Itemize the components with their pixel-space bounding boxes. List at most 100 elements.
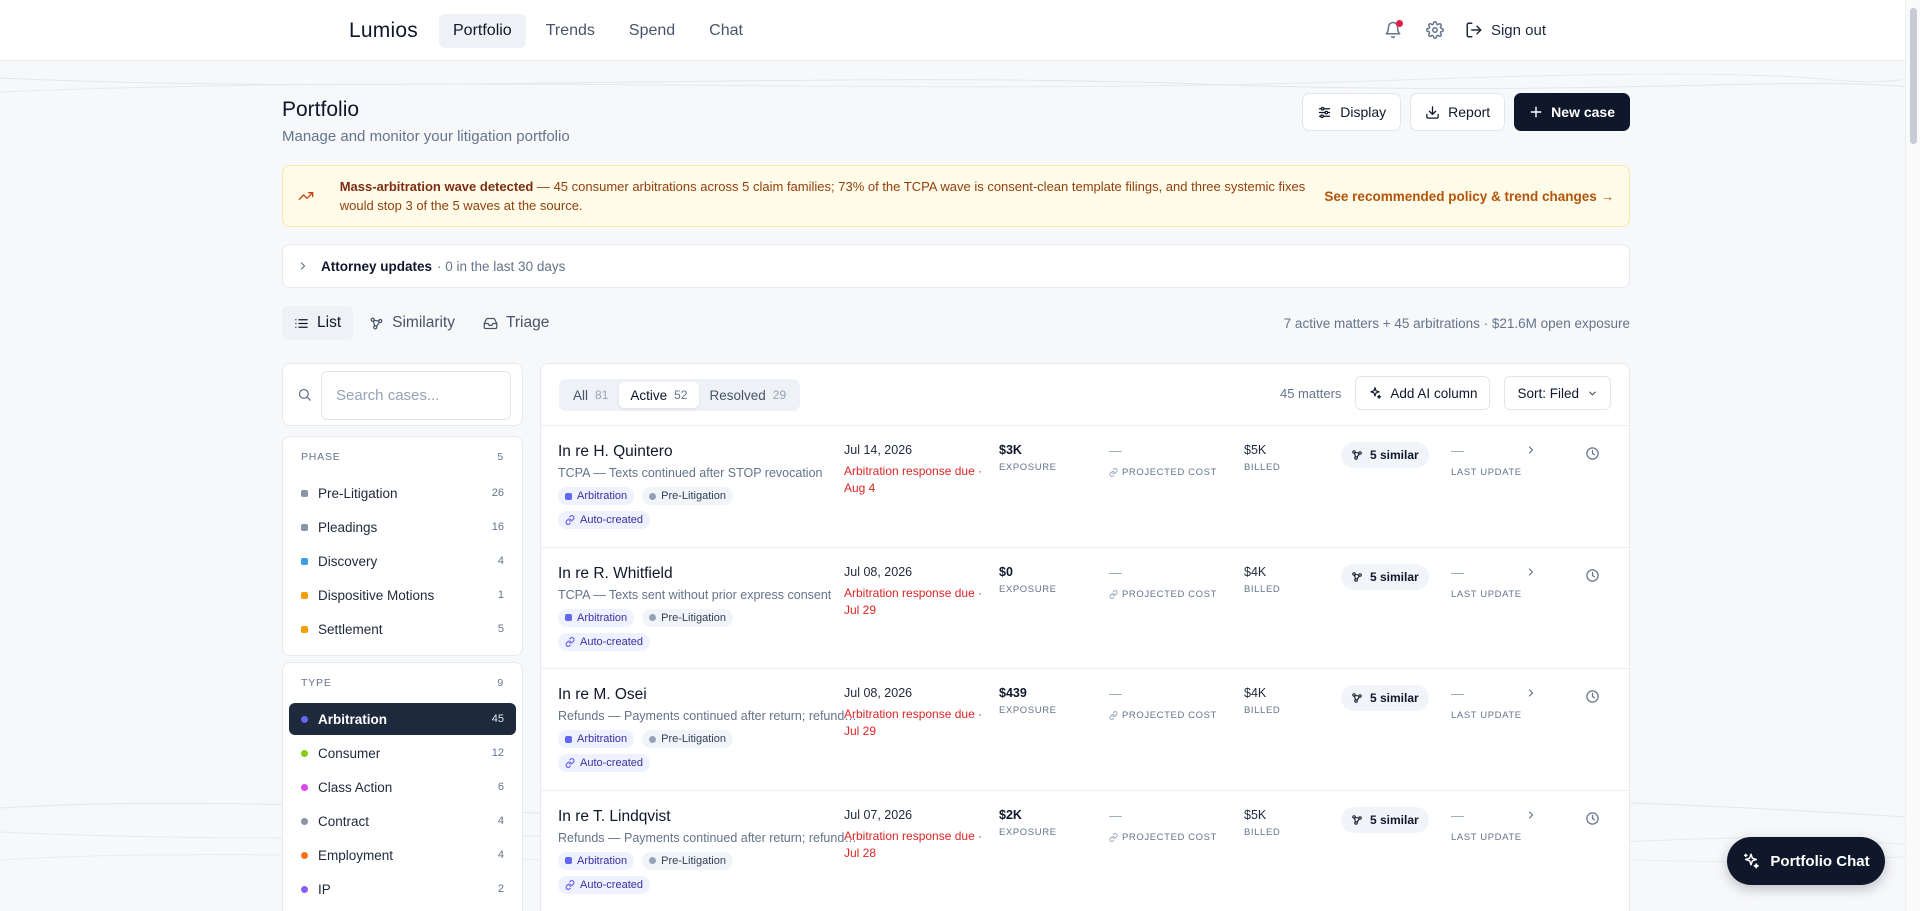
report-button[interactable]: Report [1410, 93, 1506, 131]
filter-item-label: Class Action [318, 779, 393, 795]
type-chip-marker [565, 614, 572, 621]
filter-item-pleadings[interactable]: Pleadings 16 [289, 511, 516, 543]
case-name[interactable]: In re M. Osei [558, 686, 647, 704]
filter-item-employment[interactable]: Employment 4 [289, 839, 516, 871]
filter-item-dispositive-motions[interactable]: Dispositive Motions 1 [289, 579, 516, 611]
nav-spend[interactable]: Spend [615, 14, 689, 48]
add-ai-column-label: Add AI column [1390, 385, 1478, 401]
filter-item-discovery[interactable]: Discovery 4 [289, 545, 516, 577]
filter-item-label: Pre-Litigation [318, 485, 398, 501]
portfolio-chat-button[interactable]: Portfolio Chat [1727, 837, 1885, 885]
sign-out-button[interactable]: Sign out [1465, 21, 1546, 39]
similarity-icon [1351, 449, 1363, 461]
new-case-button[interactable]: New case [1514, 93, 1630, 131]
table-row[interactable]: In re T. Lindqvist Refunds — Payments con… [541, 789, 1629, 911]
similar-cases-badge[interactable]: 5 similar [1341, 806, 1429, 833]
clock-icon[interactable] [1585, 568, 1600, 583]
display-button[interactable]: Display [1302, 93, 1402, 131]
chevron-right-icon[interactable] [1525, 809, 1537, 821]
segment-resolved-count: 29 [772, 388, 787, 402]
search-input[interactable] [321, 371, 511, 420]
filter-item-pre-litigation[interactable]: Pre-Litigation 26 [289, 477, 516, 509]
similar-count: 5 similar [1370, 691, 1419, 705]
case-description: TCPA — Texts continued after STOP revoca… [558, 466, 823, 480]
last-update-cell: — LAST UPDATE [1451, 443, 1522, 478]
recommended-changes-link[interactable]: See recommended policy & trend changes → [1324, 189, 1614, 204]
filter-item-arbitration[interactable]: Arbitration 45 [289, 703, 516, 735]
exposure-value: $3K [999, 443, 1022, 457]
segment-active[interactable]: Active 52 [619, 382, 699, 408]
type-chip-marker [565, 492, 572, 500]
tab-triage[interactable]: Triage [471, 306, 561, 340]
similarity-icon [1351, 571, 1363, 583]
filter-item-label: Pleadings [318, 519, 378, 535]
plus-icon [1530, 106, 1542, 118]
chevron-right-icon[interactable] [1525, 687, 1537, 699]
link-icon [1109, 711, 1118, 720]
exposure-cell: $0 EXPOSURE [999, 565, 1057, 595]
tab-list-label: List [317, 314, 342, 331]
table-row[interactable]: In re R. Whitfield TCPA — Texts sent with… [541, 546, 1629, 669]
chevron-right-icon[interactable] [1525, 444, 1537, 456]
link-icon [1109, 468, 1118, 477]
similar-cases-badge[interactable]: 5 similar [1341, 685, 1429, 711]
filter-item-settlement[interactable]: Settlement 5 [289, 613, 516, 645]
table-row[interactable]: In re H. Quintero TCPA — Texts continued … [541, 425, 1629, 547]
tab-similarity[interactable]: Similarity [357, 306, 467, 340]
table-row[interactable]: In re M. Osei Refunds — Payments continue… [541, 668, 1629, 790]
filed-date: Jul 08, 2026 [844, 686, 913, 700]
brand-logo[interactable]: Lumios [349, 19, 418, 43]
bell-icon[interactable] [1381, 18, 1405, 42]
chevron-right-icon[interactable] [1525, 566, 1537, 578]
auto-created-chip: Auto-created [558, 754, 650, 772]
segment-resolved[interactable]: Resolved 29 [699, 382, 798, 408]
nav-portfolio[interactable]: Portfolio [439, 14, 526, 48]
sparkle-icon [1744, 853, 1760, 869]
similar-cases-badge[interactable]: 5 similar [1341, 563, 1429, 590]
similarity-icon [370, 317, 383, 329]
projected-cost-value: — [1109, 564, 1122, 580]
projected-cost-label: PROJECTED COST [1122, 831, 1217, 843]
case-name[interactable]: In re H. Quintero [558, 443, 673, 461]
filter-item-ip[interactable]: IP 2 [289, 873, 516, 905]
segment-all-count: 81 [595, 388, 609, 402]
filed-date: Jul 08, 2026 [844, 564, 913, 579]
sort-dropdown[interactable]: Sort: Filed [1504, 376, 1611, 410]
gear-icon[interactable] [1423, 18, 1447, 42]
page-scrollbar[interactable] [1905, 0, 1920, 911]
clock-icon[interactable] [1585, 689, 1600, 704]
case-name[interactable]: In re T. Lindqvist [558, 808, 671, 826]
auto-created-chip: Auto-created [558, 511, 650, 529]
clock-icon[interactable] [1585, 446, 1600, 461]
filter-item-class-action[interactable]: Class Action 6 [289, 771, 516, 803]
scrollbar-thumb[interactable] [1910, 8, 1917, 144]
report-button-label: Report [1448, 104, 1491, 120]
attorney-updates-label: Attorney updates [321, 258, 433, 274]
last-update-value: — [1451, 686, 1464, 701]
alert-title: Mass-arbitration wave detected [339, 179, 534, 194]
billed-cell: $4K BILLED [1244, 565, 1280, 595]
case-rows: In re H. Quintero TCPA — Texts continued … [541, 425, 1629, 911]
type-chip: Arbitration [558, 487, 635, 505]
deadline-text: Arbitration response due · Jul 28 [844, 828, 983, 860]
filter-item-label: Dispositive Motions [318, 587, 435, 603]
filter-item-contract[interactable]: Contract 4 [289, 805, 516, 837]
tab-list[interactable]: List [282, 306, 354, 340]
phase-chip-label: Pre-Litigation [661, 733, 726, 745]
phase-chip-label: Pre-Litigation [661, 490, 726, 502]
attorney-updates-toggle[interactable]: Attorney updates · 0 in the last 30 days [282, 244, 1630, 288]
filter-item-consumer[interactable]: Consumer 12 [289, 737, 516, 769]
case-name[interactable]: In re R. Whitfield [558, 565, 673, 583]
case-description: TCPA — Texts sent without prior express … [558, 587, 832, 602]
type-filter-title: TYPE [301, 677, 332, 689]
type-filter-header: TYPE 9 [301, 677, 504, 689]
add-ai-column-button[interactable]: Add AI column [1355, 376, 1491, 410]
auto-created-label: Auto-created [580, 514, 643, 526]
nav-trends[interactable]: Trends [532, 14, 609, 48]
similar-cases-badge[interactable]: 5 similar [1341, 442, 1429, 468]
clock-icon[interactable] [1585, 811, 1600, 826]
nav-chat[interactable]: Chat [695, 14, 757, 48]
segment-all[interactable]: All 81 [562, 382, 619, 408]
similarity-icon [1351, 814, 1363, 826]
filter-item-count: 26 [491, 487, 504, 499]
